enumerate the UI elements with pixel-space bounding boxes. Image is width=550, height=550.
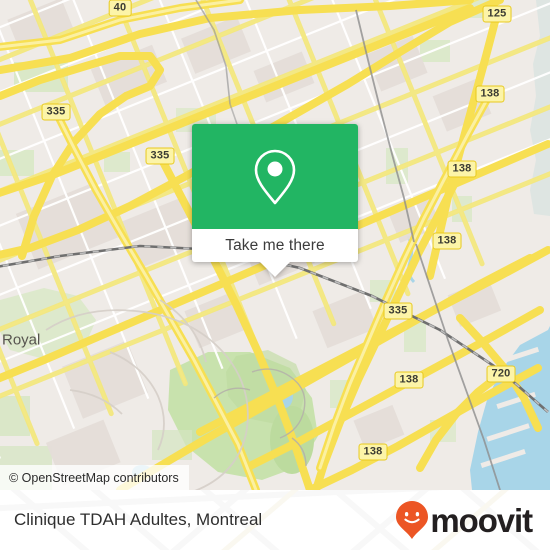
road-shield-138[interactable]: 138 xyxy=(358,443,388,461)
place-title: Clinique TDAH Adultes, Montreal xyxy=(14,510,263,529)
road-shield-138[interactable]: 138 xyxy=(447,160,477,178)
callout-tail xyxy=(260,262,290,277)
map-canvas[interactable]: Royal 40 125 138 335 335 138 138 335 138… xyxy=(0,0,550,490)
road-shield-335[interactable]: 335 xyxy=(145,147,175,165)
road-shield-40[interactable]: 40 xyxy=(108,0,132,17)
location-callout-card[interactable]: Take me there xyxy=(192,124,358,277)
road-shield-335[interactable]: 335 xyxy=(41,103,71,121)
road-shield-720[interactable]: 720 xyxy=(486,365,516,383)
map-attribution[interactable]: © OpenStreetMap contributors xyxy=(0,465,189,490)
attribution-text: © OpenStreetMap contributors xyxy=(9,470,179,485)
moovit-brand[interactable]: moovit xyxy=(395,500,533,540)
callout-action-bar[interactable]: Take me there xyxy=(192,229,358,277)
road-shield-138[interactable]: 138 xyxy=(475,85,505,103)
road-shield-138[interactable]: 138 xyxy=(432,232,462,250)
callout-header xyxy=(192,124,358,229)
road-shield-335[interactable]: 335 xyxy=(383,302,413,320)
take-me-there-label: Take me there xyxy=(225,236,325,254)
moovit-smiley-pin-icon xyxy=(396,501,429,539)
footer-bar: Clinique TDAH Adultes, Montreal moovit xyxy=(0,490,550,550)
map-label-royal: Royal xyxy=(2,331,41,349)
road-shield-138[interactable]: 138 xyxy=(394,371,424,389)
moovit-wordmark: moovit xyxy=(430,501,533,539)
road-shield-125[interactable]: 125 xyxy=(482,5,512,23)
map-pin-icon xyxy=(254,149,296,204)
moovit-map-screenshot: Royal 40 125 138 335 335 138 138 335 138… xyxy=(0,0,550,550)
